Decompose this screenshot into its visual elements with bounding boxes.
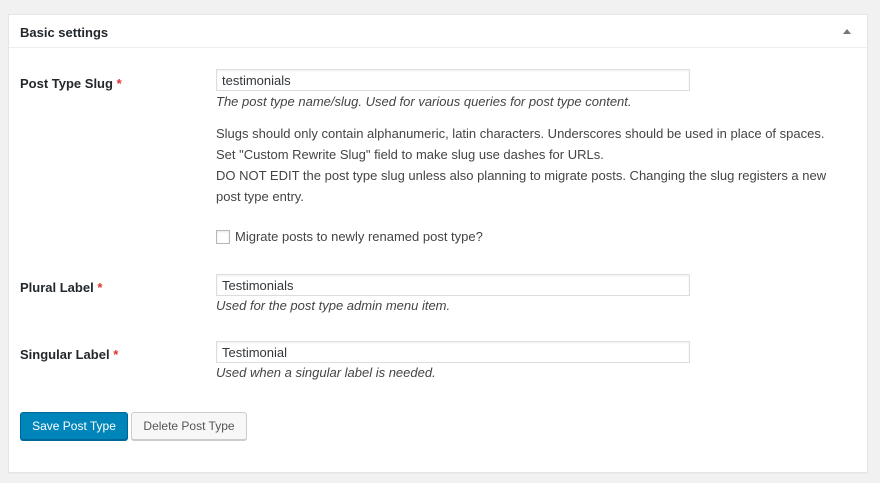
- delete-post-type-button[interactable]: Delete Post Type: [131, 412, 247, 440]
- plural-label-label: Plural Label *: [20, 280, 102, 295]
- singular-label-label-text: Singular Label: [20, 347, 110, 362]
- migrate-posts-checkbox[interactable]: [216, 229, 230, 244]
- post-type-slug-input[interactable]: [216, 69, 690, 91]
- collapse-arrow-icon[interactable]: [843, 29, 851, 34]
- slug-warning-note: DO NOT EDIT the post type slug unless al…: [216, 168, 827, 204]
- migrate-posts-label[interactable]: Migrate posts to newly renamed post type…: [235, 229, 483, 244]
- migrate-posts-row: Migrate posts to newly renamed post type…: [216, 229, 483, 244]
- plural-label-description: Used for the post type admin menu item.: [216, 298, 451, 313]
- post-type-slug-label-text: Post Type Slug: [20, 76, 113, 91]
- required-asterisk: *: [113, 347, 119, 362]
- required-asterisk: *: [116, 76, 122, 91]
- required-asterisk: *: [97, 280, 103, 295]
- singular-label-description: Used when a singular label is needed.: [216, 365, 436, 380]
- save-post-type-button[interactable]: Save Post Type: [20, 412, 128, 440]
- post-type-slug-description: The post type name/slug. Used for variou…: [216, 94, 632, 109]
- panel-title: Basic settings: [20, 25, 109, 40]
- panel-header[interactable]: Basic settings: [9, 15, 867, 48]
- post-type-slug-label: Post Type Slug *: [20, 76, 122, 91]
- singular-label-input[interactable]: [216, 341, 690, 363]
- plural-label-label-text: Plural Label: [20, 280, 94, 295]
- slug-rules-note: Slugs should only contain alphanumeric, …: [216, 126, 825, 162]
- plural-label-input[interactable]: [216, 274, 690, 296]
- singular-label-label: Singular Label *: [20, 347, 118, 362]
- basic-settings-panel: Basic settings Post Type Slug * The post…: [8, 14, 868, 473]
